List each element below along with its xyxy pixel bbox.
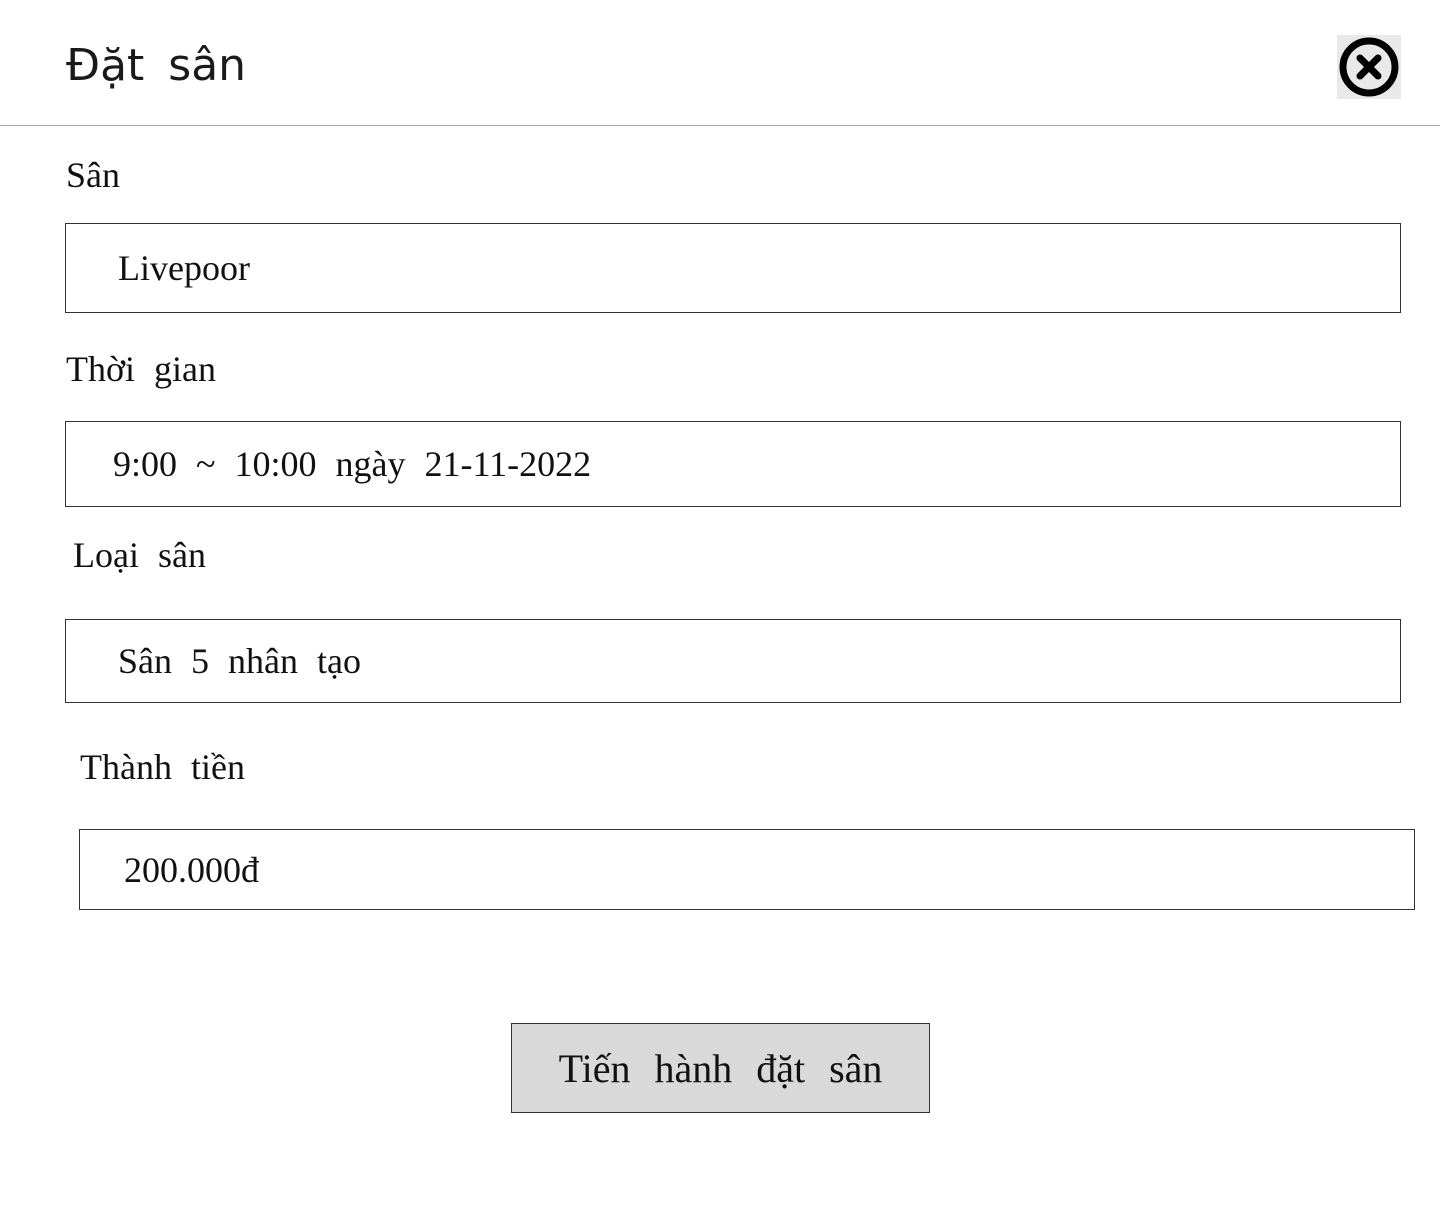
loai-san-field[interactable]: Sân 5 nhân tạo bbox=[65, 619, 1401, 703]
field-label-loai-san: Loại sân bbox=[73, 535, 206, 575]
close-button[interactable] bbox=[1337, 35, 1401, 99]
field-label-san: Sân bbox=[66, 155, 120, 195]
thanh-tien-field[interactable]: 200.000đ bbox=[79, 829, 1415, 910]
close-icon bbox=[1339, 37, 1399, 97]
submit-booking-button[interactable]: Tiến hành đặt sân bbox=[511, 1023, 930, 1113]
dialog-title: Đặt sân bbox=[66, 40, 247, 91]
field-label-thoi-gian: Thời gian bbox=[66, 349, 217, 389]
field-label-thanh-tien: Thành tiền bbox=[80, 747, 245, 787]
header-divider bbox=[0, 125, 1440, 126]
thoi-gian-field[interactable]: 9:00 ~ 10:00 ngày 21-11-2022 bbox=[65, 421, 1401, 507]
san-field[interactable]: Livepoor bbox=[65, 223, 1401, 313]
